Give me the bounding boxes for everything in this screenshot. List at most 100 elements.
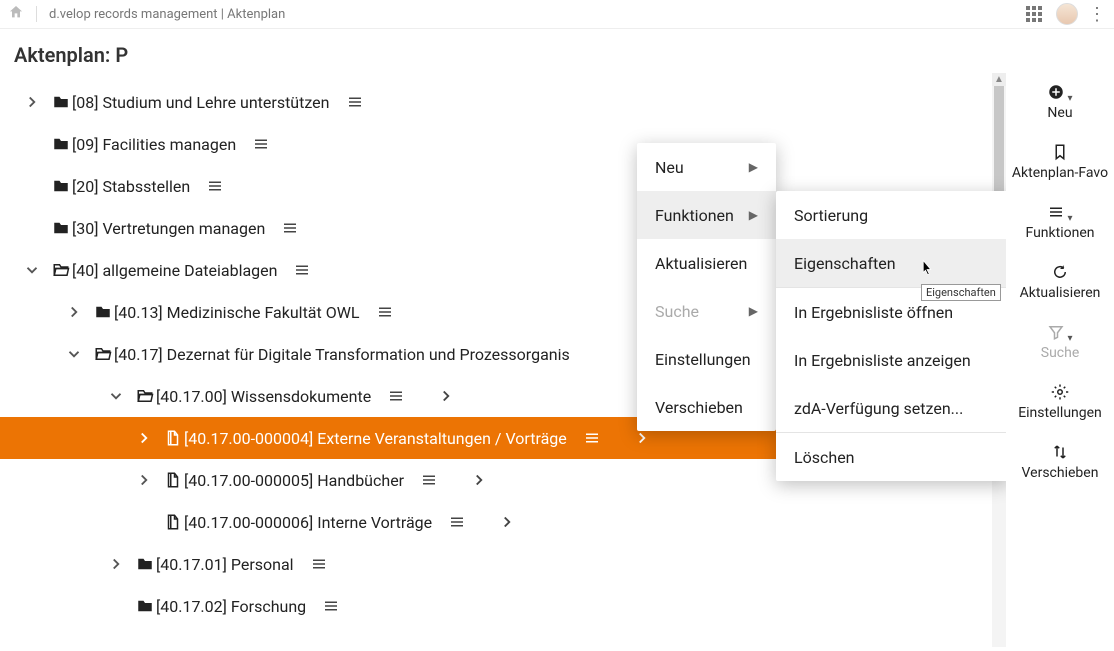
tree-row[interactable]: [09] Facilities managen <box>0 123 1006 165</box>
row-open-icon[interactable] <box>496 513 518 531</box>
menu-item-sortierung[interactable]: Sortierung <box>776 191 1006 239</box>
apps-grid-icon[interactable] <box>1026 6 1042 22</box>
row-menu-icon[interactable] <box>581 429 603 447</box>
row-menu-icon[interactable] <box>250 135 272 153</box>
folder-open-icon <box>50 261 72 279</box>
menu-item-label: Einstellungen <box>655 350 751 369</box>
swap-icon <box>1006 443 1114 465</box>
submenu-arrow-icon: ▶ <box>749 304 758 318</box>
page-title: Aktenplan: P <box>0 29 1114 73</box>
breadcrumb-title: d.velop records management | Aktenplan <box>49 7 285 22</box>
expand-icon[interactable] <box>56 303 92 321</box>
expand-icon[interactable] <box>98 555 134 573</box>
folder-icon <box>134 597 156 615</box>
tree-row-label: [30] Vertretungen managen <box>72 219 265 238</box>
folder-icon <box>50 219 72 237</box>
row-menu-icon[interactable] <box>418 471 440 489</box>
row-menu-icon[interactable] <box>308 555 330 573</box>
menu-item-einstellungen[interactable]: Einstellungen <box>637 335 776 383</box>
sidebar-item-label: Neu <box>1006 105 1114 121</box>
sidebar-item-funktionen[interactable]: ▾Funktionen <box>1006 203 1114 241</box>
tree-row-label: [40.17.00-000004] Externe Veranstaltunge… <box>184 429 567 448</box>
menu-item-verschieben[interactable]: Verschieben <box>637 383 776 431</box>
tree-row-label: [40.17.00-000006] Interne Vorträge <box>184 513 432 532</box>
funnel-icon: ▾ <box>1006 323 1114 345</box>
row-menu-icon[interactable] <box>385 387 407 405</box>
menu-item-label: In Ergebnisliste anzeigen <box>794 351 971 370</box>
row-menu-icon[interactable] <box>291 261 313 279</box>
collapse-icon[interactable] <box>14 261 50 279</box>
folder-icon <box>92 303 114 321</box>
more-vert-icon[interactable]: ⋮ <box>1088 4 1106 25</box>
sidebar-item-suche[interactable]: ▾Suche <box>1006 323 1114 361</box>
menu-item-label: zdA-Verfügung setzen... <box>794 399 963 418</box>
tree-row-label: [40.17.02] Forschung <box>156 597 306 616</box>
submenu-arrow-icon: ▶ <box>749 160 758 174</box>
sidebar-item-label: Suche <box>1006 345 1114 361</box>
menu-item-funktionen[interactable]: Funktionen ▶ <box>637 191 776 239</box>
sidebar-item-neu[interactable]: ▾Neu <box>1006 83 1114 121</box>
submenu-arrow-icon: ▶ <box>749 208 758 222</box>
menu-item-label: Funktionen <box>655 206 734 225</box>
row-menu-icon[interactable] <box>446 513 468 531</box>
context-menu-sub: Sortierung Eigenschaften In Ergebnisliste … <box>776 191 1006 481</box>
folder-icon <box>50 135 72 153</box>
sidebar-item-label: Aktualisieren <box>1006 285 1114 301</box>
avatar[interactable] <box>1056 3 1078 25</box>
tooltip: Eigenschaften <box>921 284 1001 301</box>
sidebar-item-einstellungen[interactable]: Einstellungen <box>1006 383 1114 421</box>
refresh-icon <box>1006 263 1114 285</box>
home-icon[interactable] <box>8 4 24 24</box>
row-open-icon[interactable] <box>468 471 490 489</box>
row-open-icon[interactable] <box>435 387 457 405</box>
expand-icon[interactable] <box>14 93 50 111</box>
row-menu-icon[interactable] <box>320 597 342 615</box>
tree-row-label: [40.17] Dezernat für Digitale Transforma… <box>114 345 570 364</box>
menu-item-in-ergebnisliste-anzeigen[interactable]: In Ergebnisliste anzeigen <box>776 336 1006 384</box>
right-sidebar: ▾NeuAktenplan-Favo▾FunktionenAktualisier… <box>1006 73 1114 647</box>
sidebar-item-verschieben[interactable]: Verschieben <box>1006 443 1114 481</box>
menu-item-label: Sortierung <box>794 206 868 225</box>
collapse-icon[interactable] <box>56 345 92 363</box>
menu-item-label: In Ergebnisliste öffnen <box>794 303 953 322</box>
row-menu-icon[interactable] <box>279 219 301 237</box>
menu-item-label: Neu <box>655 158 684 177</box>
menu-item-label: Aktualisieren <box>655 254 747 273</box>
bookmark-icon <box>1006 143 1114 165</box>
folder-open-icon <box>134 387 156 405</box>
menu-item-aktualisieren[interactable]: Aktualisieren <box>637 239 776 287</box>
collapse-icon[interactable] <box>98 387 134 405</box>
expand-icon[interactable] <box>126 471 162 489</box>
folder-icon <box>50 177 72 195</box>
folder-icon <box>134 555 156 573</box>
menu-item-zda-verf-gung-setzen-[interactable]: zdA-Verfügung setzen... <box>776 384 1006 432</box>
tree-row[interactable]: [40.17.02] Forschung <box>0 585 1006 627</box>
folder-open-icon <box>92 345 114 363</box>
menu-item-l-schen[interactable]: Löschen <box>776 433 1006 481</box>
tree-row[interactable]: [07] Einkaufen <box>0 73 1006 81</box>
expand-icon[interactable] <box>126 429 162 447</box>
sidebar-item-label: Verschieben <box>1006 465 1114 481</box>
tree-row-label: [40.17.01] Personal <box>156 555 294 574</box>
divider <box>36 6 37 22</box>
tree-row[interactable]: [40.17.01] Personal <box>0 543 1006 585</box>
menu-item-label: Eigenschaften <box>794 254 896 273</box>
row-open-icon[interactable] <box>631 429 653 447</box>
menu-item-eigenschaften[interactable]: Eigenschaften <box>776 239 1006 287</box>
tree-row-label: [09] Facilities managen <box>72 135 236 154</box>
chevron-down-icon: ▾ <box>1067 333 1072 344</box>
scroll-up-icon[interactable]: ▲ <box>992 73 1006 86</box>
menu-item-neu[interactable]: Neu ▶ <box>637 143 776 191</box>
tree-row-label: [40.17.00] Wissensdokumente <box>156 387 371 406</box>
context-menu-main: Neu ▶ Funktionen ▶ Aktualisieren Suche ▶ Einste… <box>637 143 776 431</box>
tree-row[interactable]: [40.17.00-000006] Interne Vorträge <box>0 501 1006 543</box>
menu-item-label: Suche <box>655 302 699 321</box>
row-menu-icon[interactable] <box>374 303 396 321</box>
row-menu-icon[interactable] <box>344 93 366 111</box>
doc-icon <box>162 429 184 447</box>
doc-icon <box>162 513 184 531</box>
row-menu-icon[interactable] <box>204 177 226 195</box>
tree-row[interactable]: [08] Studium und Lehre unterstützen <box>0 81 1006 123</box>
sidebar-item-aktenplan-favo[interactable]: Aktenplan-Favo <box>1006 143 1114 181</box>
sidebar-item-aktualisieren[interactable]: Aktualisieren <box>1006 263 1114 301</box>
